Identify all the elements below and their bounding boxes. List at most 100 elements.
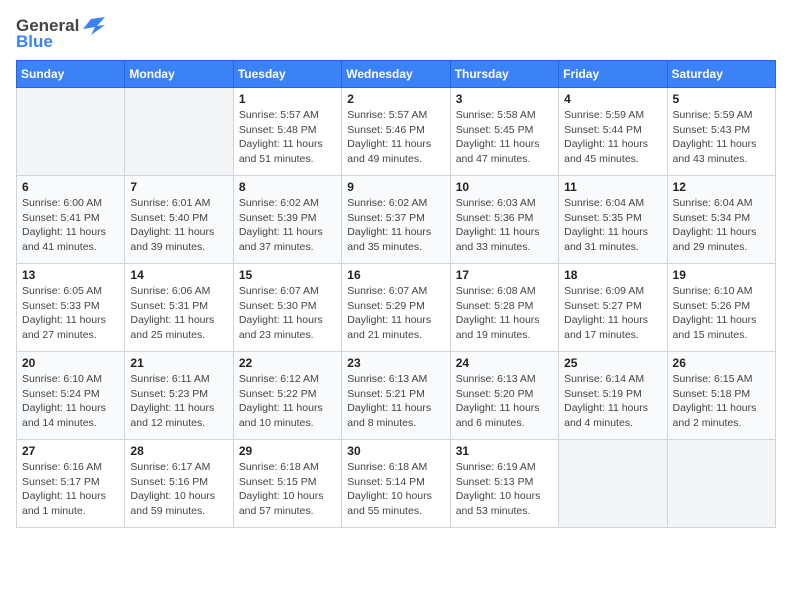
calendar-cell: 5 Sunrise: 5:59 AM Sunset: 5:43 PM Daylig… <box>667 88 775 176</box>
day-info: Sunrise: 6:13 AM Sunset: 5:20 PM Dayligh… <box>456 372 553 431</box>
logo-bird-icon <box>83 17 105 35</box>
day-info: Sunrise: 6:04 AM Sunset: 5:35 PM Dayligh… <box>564 196 661 255</box>
day-info: Sunrise: 6:12 AM Sunset: 5:22 PM Dayligh… <box>239 372 336 431</box>
day-info: Sunrise: 5:58 AM Sunset: 5:45 PM Dayligh… <box>456 108 553 167</box>
calendar-cell: 3 Sunrise: 5:58 AM Sunset: 5:45 PM Daylig… <box>450 88 558 176</box>
day-number: 6 <box>22 180 119 194</box>
day-number: 11 <box>564 180 661 194</box>
calendar-cell: 25 Sunrise: 6:14 AM Sunset: 5:19 PM Dayli… <box>559 352 667 440</box>
day-info: Sunrise: 5:57 AM Sunset: 5:46 PM Dayligh… <box>347 108 444 167</box>
day-info: Sunrise: 6:10 AM Sunset: 5:24 PM Dayligh… <box>22 372 119 431</box>
calendar-cell: 24 Sunrise: 6:13 AM Sunset: 5:20 PM Dayli… <box>450 352 558 440</box>
calendar-cell: 30 Sunrise: 6:18 AM Sunset: 5:14 PM Dayli… <box>342 440 450 528</box>
calendar-cell <box>559 440 667 528</box>
day-info: Sunrise: 6:09 AM Sunset: 5:27 PM Dayligh… <box>564 284 661 343</box>
calendar-cell: 21 Sunrise: 6:11 AM Sunset: 5:23 PM Dayli… <box>125 352 233 440</box>
calendar-cell: 1Sunrise: 5:57 AM Sunset: 5:48 PM Daylig… <box>233 88 341 176</box>
day-number: 15 <box>239 268 336 282</box>
weekday-header-saturday: Saturday <box>667 61 775 88</box>
day-number: 3 <box>456 92 553 106</box>
calendar-cell: 27 Sunrise: 6:16 AM Sunset: 5:17 PM Dayli… <box>17 440 125 528</box>
day-info: Sunrise: 6:16 AM Sunset: 5:17 PM Dayligh… <box>22 460 119 519</box>
calendar-table: SundayMondayTuesdayWednesdayThursdayFrid… <box>16 60 776 528</box>
day-info: Sunrise: 5:59 AM Sunset: 5:44 PM Dayligh… <box>564 108 661 167</box>
day-number: 8 <box>239 180 336 194</box>
day-number: 7 <box>130 180 227 194</box>
day-number: 19 <box>673 268 770 282</box>
day-number: 10 <box>456 180 553 194</box>
day-number: 30 <box>347 444 444 458</box>
day-number: 1 <box>239 92 336 106</box>
day-number: 13 <box>22 268 119 282</box>
day-number: 20 <box>22 356 119 370</box>
day-info: Sunrise: 6:13 AM Sunset: 5:21 PM Dayligh… <box>347 372 444 431</box>
calendar-cell: 17Sunrise: 6:08 AM Sunset: 5:28 PM Dayli… <box>450 264 558 352</box>
calendar-cell: 13 Sunrise: 6:05 AM Sunset: 5:33 PM Dayli… <box>17 264 125 352</box>
day-info: Sunrise: 6:05 AM Sunset: 5:33 PM Dayligh… <box>22 284 119 343</box>
day-number: 28 <box>130 444 227 458</box>
calendar-cell <box>17 88 125 176</box>
day-info: Sunrise: 6:19 AM Sunset: 5:13 PM Dayligh… <box>456 460 553 519</box>
day-number: 5 <box>673 92 770 106</box>
day-number: 21 <box>130 356 227 370</box>
day-number: 14 <box>130 268 227 282</box>
calendar-cell: 4Sunrise: 5:59 AM Sunset: 5:44 PM Daylig… <box>559 88 667 176</box>
calendar-cell: 31 Sunrise: 6:19 AM Sunset: 5:13 PM Dayli… <box>450 440 558 528</box>
calendar-cell: 9 Sunrise: 6:02 AM Sunset: 5:37 PM Daylig… <box>342 176 450 264</box>
weekday-header-monday: Monday <box>125 61 233 88</box>
calendar-cell: 8 Sunrise: 6:02 AM Sunset: 5:39 PM Daylig… <box>233 176 341 264</box>
day-number: 12 <box>673 180 770 194</box>
day-info: Sunrise: 6:03 AM Sunset: 5:36 PM Dayligh… <box>456 196 553 255</box>
weekday-header-wednesday: Wednesday <box>342 61 450 88</box>
calendar-cell: 28 Sunrise: 6:17 AM Sunset: 5:16 PM Dayli… <box>125 440 233 528</box>
calendar-cell: 14 Sunrise: 6:06 AM Sunset: 5:31 PM Dayli… <box>125 264 233 352</box>
calendar-cell <box>667 440 775 528</box>
day-number: 29 <box>239 444 336 458</box>
day-number: 31 <box>456 444 553 458</box>
day-number: 17 <box>456 268 553 282</box>
day-number: 22 <box>239 356 336 370</box>
day-info: Sunrise: 6:02 AM Sunset: 5:37 PM Dayligh… <box>347 196 444 255</box>
calendar-cell: 15 Sunrise: 6:07 AM Sunset: 5:30 PM Dayli… <box>233 264 341 352</box>
calendar-cell: 11 Sunrise: 6:04 AM Sunset: 5:35 PM Dayli… <box>559 176 667 264</box>
day-info: Sunrise: 6:18 AM Sunset: 5:14 PM Dayligh… <box>347 460 444 519</box>
day-number: 2 <box>347 92 444 106</box>
day-info: Sunrise: 6:18 AM Sunset: 5:15 PM Dayligh… <box>239 460 336 519</box>
calendar-cell: 6Sunrise: 6:00 AM Sunset: 5:41 PM Daylig… <box>17 176 125 264</box>
day-number: 27 <box>22 444 119 458</box>
calendar-cell: 18 Sunrise: 6:09 AM Sunset: 5:27 PM Dayli… <box>559 264 667 352</box>
day-info: Sunrise: 6:06 AM Sunset: 5:31 PM Dayligh… <box>130 284 227 343</box>
calendar-cell: 16 Sunrise: 6:07 AM Sunset: 5:29 PM Dayli… <box>342 264 450 352</box>
calendar-cell <box>125 88 233 176</box>
day-info: Sunrise: 6:07 AM Sunset: 5:30 PM Dayligh… <box>239 284 336 343</box>
calendar-cell: 22 Sunrise: 6:12 AM Sunset: 5:22 PM Dayli… <box>233 352 341 440</box>
logo: General Blue <box>16 16 105 52</box>
calendar-cell: 7 Sunrise: 6:01 AM Sunset: 5:40 PM Daylig… <box>125 176 233 264</box>
weekday-header-tuesday: Tuesday <box>233 61 341 88</box>
day-info: Sunrise: 6:17 AM Sunset: 5:16 PM Dayligh… <box>130 460 227 519</box>
day-info: Sunrise: 5:59 AM Sunset: 5:43 PM Dayligh… <box>673 108 770 167</box>
day-info: Sunrise: 6:02 AM Sunset: 5:39 PM Dayligh… <box>239 196 336 255</box>
day-info: Sunrise: 6:04 AM Sunset: 5:34 PM Dayligh… <box>673 196 770 255</box>
weekday-header-sunday: Sunday <box>17 61 125 88</box>
calendar-cell: 2 Sunrise: 5:57 AM Sunset: 5:46 PM Daylig… <box>342 88 450 176</box>
day-info: Sunrise: 6:07 AM Sunset: 5:29 PM Dayligh… <box>347 284 444 343</box>
weekday-header-friday: Friday <box>559 61 667 88</box>
calendar-cell: 29 Sunrise: 6:18 AM Sunset: 5:15 PM Dayli… <box>233 440 341 528</box>
day-number: 25 <box>564 356 661 370</box>
day-info: Sunrise: 6:15 AM Sunset: 5:18 PM Dayligh… <box>673 372 770 431</box>
day-number: 9 <box>347 180 444 194</box>
calendar-cell: 26Sunrise: 6:15 AM Sunset: 5:18 PM Dayli… <box>667 352 775 440</box>
calendar-cell: 12 Sunrise: 6:04 AM Sunset: 5:34 PM Dayli… <box>667 176 775 264</box>
day-info: Sunrise: 6:10 AM Sunset: 5:26 PM Dayligh… <box>673 284 770 343</box>
calendar-cell: 19 Sunrise: 6:10 AM Sunset: 5:26 PM Dayli… <box>667 264 775 352</box>
weekday-header-thursday: Thursday <box>450 61 558 88</box>
day-number: 18 <box>564 268 661 282</box>
day-info: Sunrise: 6:01 AM Sunset: 5:40 PM Dayligh… <box>130 196 227 255</box>
day-info: Sunrise: 6:14 AM Sunset: 5:19 PM Dayligh… <box>564 372 661 431</box>
calendar-cell: 20 Sunrise: 6:10 AM Sunset: 5:24 PM Dayli… <box>17 352 125 440</box>
day-number: 16 <box>347 268 444 282</box>
calendar-cell: 10 Sunrise: 6:03 AM Sunset: 5:36 PM Dayli… <box>450 176 558 264</box>
day-info: Sunrise: 6:11 AM Sunset: 5:23 PM Dayligh… <box>130 372 227 431</box>
day-number: 24 <box>456 356 553 370</box>
